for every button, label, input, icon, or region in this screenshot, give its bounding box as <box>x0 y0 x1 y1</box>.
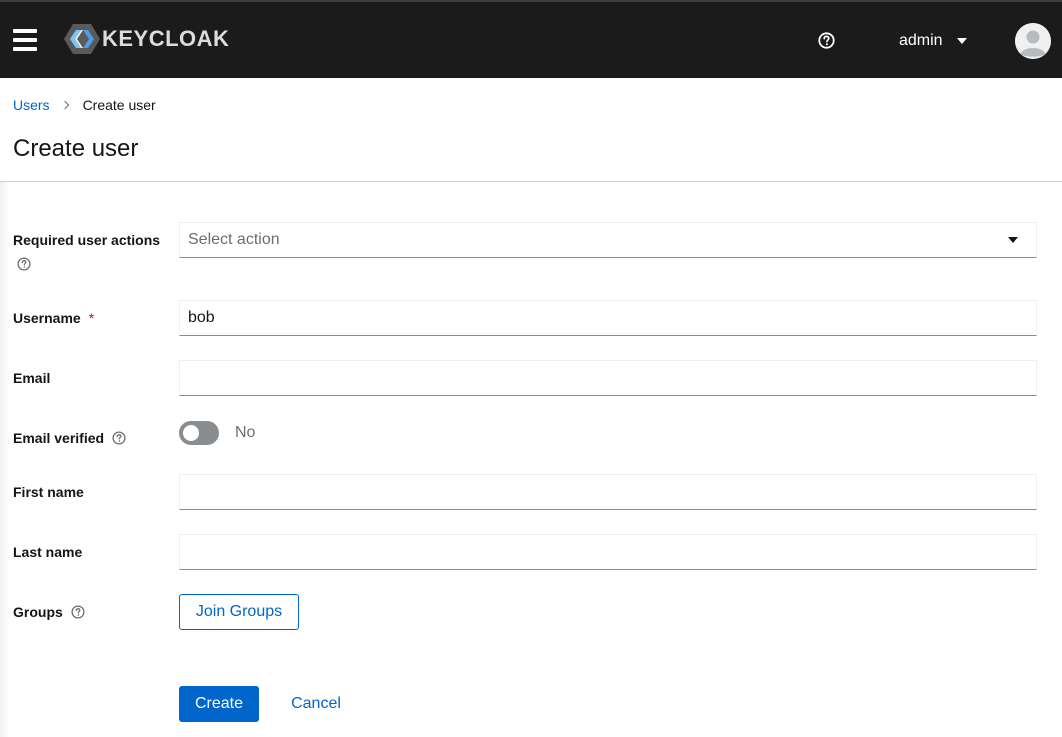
breadcrumb: Users Create user <box>13 97 156 113</box>
first-name-field-wrapper <box>179 474 1037 510</box>
first-name-label: First name <box>13 484 84 500</box>
caret-down-icon <box>956 38 967 44</box>
caret-down-icon <box>1008 237 1018 243</box>
required-actions-label: Required user actions <box>13 232 160 248</box>
username-field-wrapper <box>179 300 1037 336</box>
username-label: Username * <box>13 310 94 326</box>
groups-help-icon[interactable] <box>71 605 85 619</box>
breadcrumb-users-link[interactable]: Users <box>13 97 50 113</box>
username-input[interactable] <box>188 309 1028 327</box>
user-avatar-icon[interactable] <box>1015 23 1051 59</box>
chevron-right-icon <box>60 100 69 110</box>
masthead: KEYCLOAK admin <box>0 0 1062 78</box>
email-verified-state: No <box>235 424 256 441</box>
email-label-text: Email <box>13 370 51 386</box>
user-name: admin <box>899 32 943 49</box>
email-verified-help-icon[interactable] <box>112 431 126 445</box>
left-edge-shadow <box>0 182 10 737</box>
hamburger-menu-icon[interactable] <box>13 29 37 51</box>
keycloak-logo-icon <box>64 24 100 54</box>
last-name-label-text: Last name <box>13 544 83 560</box>
breadcrumb-current: Create user <box>82 97 156 113</box>
email-label: Email <box>13 370 50 386</box>
last-name-label: Last name <box>13 544 82 560</box>
join-groups-button[interactable]: Join Groups <box>179 594 299 630</box>
required-asterisk: * <box>88 310 95 326</box>
username-label-text: Username <box>13 310 81 326</box>
required-actions-select[interactable]: Select action <box>179 222 1037 258</box>
last-name-input[interactable] <box>188 543 1028 561</box>
help-circle-icon[interactable] <box>818 32 835 49</box>
groups-label: Groups <box>13 604 85 620</box>
groups-label-text: Groups <box>13 604 63 620</box>
email-verified-switch[interactable] <box>179 421 219 445</box>
create-button[interactable]: Create <box>179 686 259 722</box>
page-title: Create user <box>13 135 139 162</box>
cancel-button[interactable]: Cancel <box>280 686 352 722</box>
keycloak-logo[interactable]: KEYCLOAK <box>64 22 229 56</box>
email-field-wrapper <box>179 360 1037 396</box>
required-actions-help-icon[interactable] <box>17 257 31 271</box>
user-dropdown-toggle[interactable]: admin <box>899 30 967 52</box>
brand-name: KEYCLOAK <box>102 26 230 51</box>
email-verified-label: Email verified <box>13 430 126 446</box>
first-name-input[interactable] <box>188 483 1028 501</box>
email-input[interactable] <box>188 369 1028 387</box>
avatar-silhouette-icon <box>1015 23 1051 59</box>
required-actions-label-text: Required user actions <box>13 232 161 248</box>
email-verified-label-text: Email verified <box>13 430 105 446</box>
required-actions-placeholder: Select action <box>188 231 280 248</box>
header-divider <box>0 181 1062 182</box>
switch-knob <box>183 425 199 441</box>
first-name-label-text: First name <box>13 484 84 500</box>
last-name-field-wrapper <box>179 534 1037 570</box>
